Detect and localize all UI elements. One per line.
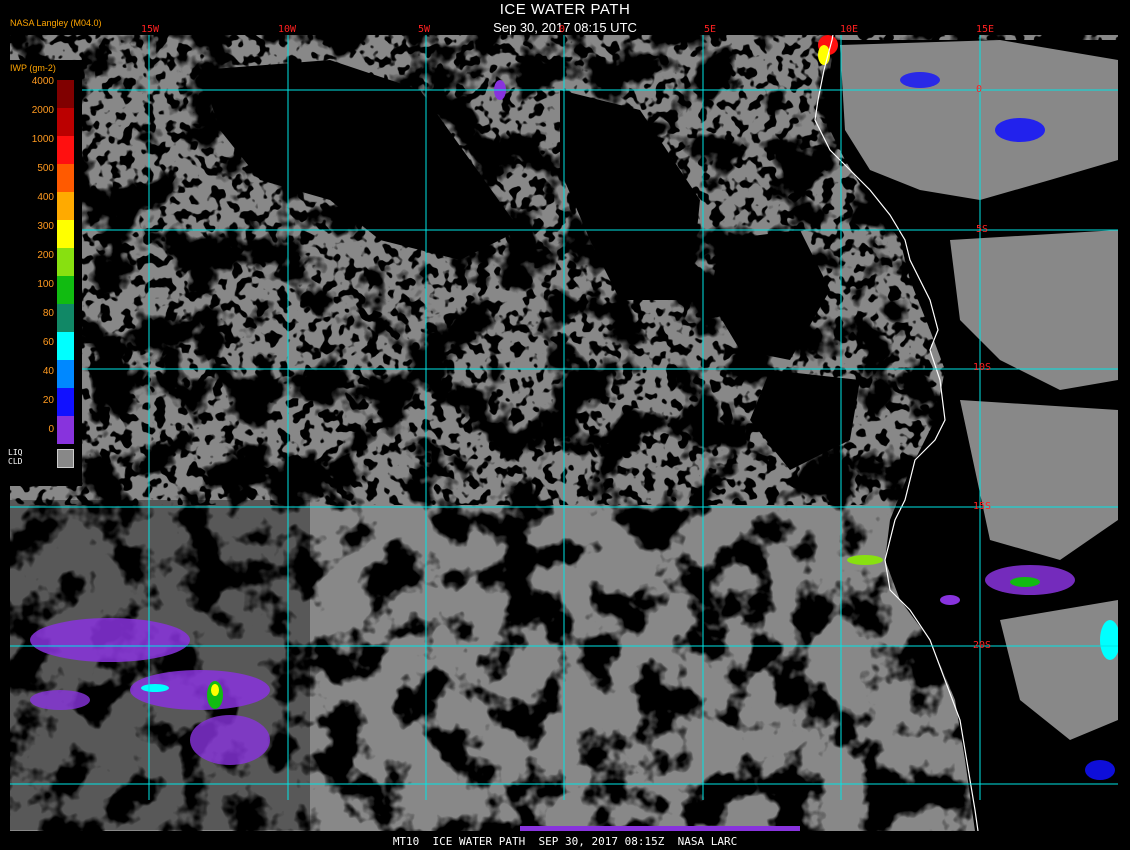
lat-label-5s: 5S <box>976 224 989 235</box>
ice-cloud-ne-2 <box>900 72 940 88</box>
lat-label-10s: 10S <box>973 362 992 373</box>
footer-caption: MT10 ICE WATER PATH SEP 30, 2017 08:15Z … <box>392 835 738 848</box>
ice-cloud-se-2 <box>1010 577 1040 587</box>
ice-cloud-coast-s2 <box>940 595 960 605</box>
liquid-cloud-label-line1: LIQ <box>8 448 23 457</box>
legend-swatch-300 <box>57 220 74 248</box>
lat-label-0: 0 <box>976 84 983 95</box>
ice-water-path-map-page: ICE WATER PATH Sep 30, 2017 08:15 UTC NA… <box>0 0 1130 850</box>
lat-label-15s: 15S <box>973 501 992 512</box>
color-legend: IWP (gm-2) 4000 2000 1000 500 400 300 20… <box>4 60 82 486</box>
legend-label-300: 300 <box>37 221 54 232</box>
legend-label-400: 400 <box>37 192 54 203</box>
ice-cloud-sw-3 <box>190 715 270 765</box>
legend-label-0: 0 <box>48 424 54 435</box>
lon-label-5e: 5E <box>704 24 717 35</box>
ice-cloud-bottom-band <box>520 826 800 831</box>
satellite-map <box>10 35 1118 831</box>
lon-label-5w: 5W <box>418 24 431 35</box>
legend-label-40: 40 <box>42 366 54 377</box>
legend-swatch-400 <box>57 192 74 220</box>
ice-cloud-sw-blue <box>141 684 169 692</box>
lon-label-10e: 10E <box>840 24 859 35</box>
legend-swatch-200 <box>57 248 74 276</box>
legend-label-80: 80 <box>42 308 54 319</box>
ice-cloud-south-1 <box>1085 760 1115 780</box>
lon-label-10w: 10W <box>278 24 297 35</box>
ice-cloud-ne-1 <box>995 118 1045 142</box>
liquid-cloud-label-line2: CLD <box>8 457 23 466</box>
legend-label-4000: 4000 <box>31 76 54 87</box>
ice-cloud-sw-4 <box>30 690 90 710</box>
legend-label-100: 100 <box>37 279 54 290</box>
lon-label-15w: 15W <box>141 24 160 35</box>
ice-cloud-sw-1 <box>30 618 190 662</box>
liquid-cloud-label: LIQ CLD <box>8 448 22 466</box>
liquid-cloud-swatch <box>57 449 74 468</box>
legend-label-1000: 1000 <box>31 134 54 145</box>
legend-swatch-4000 <box>57 80 74 108</box>
legend-swatch-2000 <box>57 108 74 136</box>
legend-swatch-1000 <box>57 136 74 164</box>
legend-label-20: 20 <box>42 395 54 406</box>
legend-swatch-100 <box>57 276 74 304</box>
legend-swatch-80 <box>57 304 74 332</box>
ice-cloud-coast-s <box>847 555 883 565</box>
clear-sky-southwest <box>10 500 310 830</box>
legend-label-500: 500 <box>37 163 54 174</box>
ice-cloud-sw-peak <box>211 684 219 696</box>
lat-label-20s: 20S <box>973 640 992 651</box>
legend-label-2000: 2000 <box>31 105 54 116</box>
provider-label: NASA Langley (M04.0) <box>10 18 102 28</box>
legend-title: IWP (gm-2) <box>10 63 56 73</box>
legend-swatch-500 <box>57 164 74 192</box>
cloud-field <box>10 35 1118 831</box>
map-title: ICE WATER PATH <box>499 1 631 18</box>
legend-swatch-0 <box>57 416 74 444</box>
ice-cloud-se-3 <box>1100 620 1118 660</box>
legend-swatch-40 <box>57 360 74 388</box>
legend-label-200: 200 <box>37 250 54 261</box>
legend-label-60: 60 <box>42 337 54 348</box>
legend-swatch-20 <box>57 388 74 416</box>
legend-swatch-60 <box>57 332 74 360</box>
lon-label-15e: 15E <box>976 24 995 35</box>
lon-label-0: 0 <box>559 24 566 35</box>
